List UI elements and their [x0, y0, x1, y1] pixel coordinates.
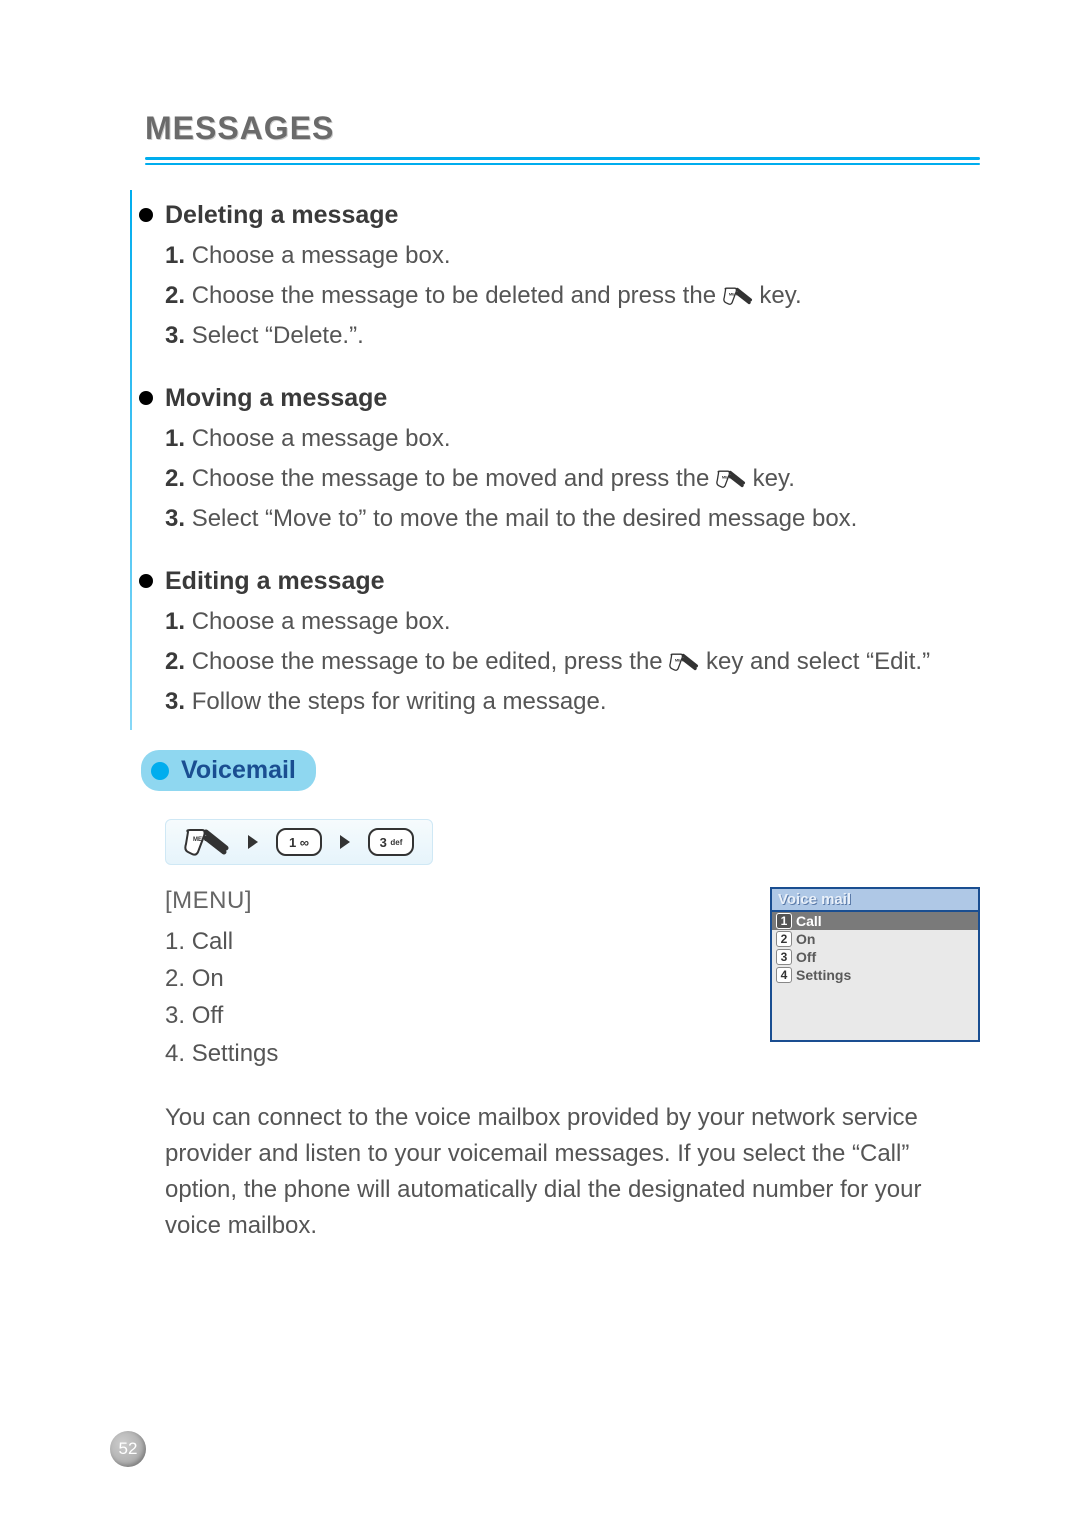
menu-item-label: Settings: [192, 1040, 279, 1067]
menu-list: 1. Call2. On3. Off4. Settings: [165, 923, 710, 1072]
menu-item-number: 3.: [165, 1002, 185, 1029]
phone-item-label: Call: [796, 913, 822, 929]
menu-item-number: 1.: [165, 928, 185, 955]
step-text: Select “Delete.”.: [192, 322, 364, 349]
section: Moving a message 1. Choose a message box.…: [165, 384, 980, 537]
phone-item-label: Off: [796, 949, 816, 965]
step-text: Choose a message box.: [192, 608, 451, 635]
arrow-right-icon: [340, 835, 350, 849]
section-heading: Editing a message: [165, 567, 980, 596]
key-1: 1 ∞: [276, 828, 322, 856]
step-item: 3. Follow the steps for writing a messag…: [165, 684, 980, 720]
section-heading: Moving a message: [165, 384, 980, 413]
step-number: 1.: [165, 608, 185, 635]
key-3def: 3 def: [368, 828, 414, 856]
step-item: 3. Select “Move to” to move the mail to …: [165, 501, 980, 537]
step-text-post: key.: [746, 465, 795, 492]
section: Editing a message 1. Choose a message box…: [165, 567, 980, 720]
step-item: 3. Select “Delete.”.: [165, 318, 980, 354]
step-number: 1.: [165, 425, 185, 452]
menu-item-number: 4.: [165, 1040, 185, 1067]
step-text: Choose a message box.: [192, 242, 451, 269]
step-text-post: key.: [753, 282, 802, 309]
step-text: Choose the message to be moved and press…: [192, 465, 716, 492]
menu-item-label: Call: [192, 928, 233, 955]
menu-list-item: 3. Off: [165, 997, 710, 1034]
phone-menu-item: 2On: [772, 930, 978, 948]
step-list: 1. Choose a message box. 2. Choose the me…: [165, 604, 980, 720]
section-heading: Deleting a message: [165, 201, 980, 230]
step-number: 2.: [165, 465, 185, 492]
step-number: 3.: [165, 505, 185, 532]
phone-screen: Voice mail 1Call2On3Off4Settings: [770, 887, 980, 1042]
section: Deleting a message 1. Choose a message bo…: [165, 201, 980, 354]
menu-list-item: 1. Call: [165, 923, 710, 960]
phone-screen-title: Voice mail: [772, 889, 978, 912]
step-text: Choose a message box.: [192, 425, 451, 452]
step-number: 3.: [165, 322, 185, 349]
page-number-badge: 52: [110, 1431, 146, 1467]
step-item: 1. Choose a message box.: [165, 604, 980, 640]
step-text: Follow the steps for writing a message.: [192, 688, 607, 715]
menu-header: [MENU]: [165, 887, 710, 915]
step-list: 1. Choose a message box. 2. Choose the me…: [165, 238, 980, 354]
menu-key-icon: MENU: [184, 828, 230, 856]
key-sequence-bar: MENU 1 ∞ 3 def: [165, 819, 433, 865]
menu-item-number: 2.: [165, 965, 185, 992]
step-item: 2. Choose the message to be moved and pr…: [165, 461, 980, 497]
voicemail-description: You can connect to the voice mailbox pro…: [165, 1100, 980, 1244]
manual-page: MESSAGES Deleting a message 1. Choose a m…: [0, 0, 1080, 1527]
step-item: 1. Choose a message box.: [165, 238, 980, 274]
arrow-right-icon: [248, 835, 258, 849]
menu-list-column: [MENU] 1. Call2. On3. Off4. Settings: [165, 887, 710, 1072]
step-text-post: key and select “Edit.”: [699, 648, 930, 675]
step-number: 1.: [165, 242, 185, 269]
menu-list-item: 4. Settings: [165, 1035, 710, 1072]
phone-menu-item: 4Settings: [772, 966, 978, 984]
step-number: 2.: [165, 282, 185, 309]
step-list: 1. Choose a message box. 2. Choose the me…: [165, 421, 980, 537]
menu-key-icon: MENU: [669, 647, 699, 667]
step-text: Select “Move to” to move the mail to the…: [192, 505, 858, 532]
step-item: 2. Choose the message to be edited, pres…: [165, 644, 980, 680]
step-text: Choose the message to be deleted and pre…: [192, 282, 723, 309]
phone-item-label: On: [796, 931, 815, 947]
menu-item-label: On: [192, 965, 224, 992]
phone-item-number: 1: [776, 913, 792, 929]
bullet-marker-icon: [139, 391, 153, 405]
step-number: 3.: [165, 688, 185, 715]
menu-item-label: Off: [192, 1002, 224, 1029]
menu-key-icon: MENU: [723, 281, 753, 301]
section-outline-line: [130, 190, 132, 730]
phone-item-number: 2: [776, 931, 792, 947]
content: Deleting a message 1. Choose a message bo…: [165, 201, 980, 1244]
phone-item-number: 4: [776, 967, 792, 983]
step-text: Choose the message to be edited, press t…: [192, 648, 670, 675]
menu-key-icon: MENU: [716, 464, 746, 484]
step-item: 1. Choose a message box.: [165, 421, 980, 457]
phone-menu-item: 3Off: [772, 948, 978, 966]
phone-item-label: Settings: [796, 967, 851, 983]
bullet-marker-icon: [139, 574, 153, 588]
title-rule: [145, 157, 980, 165]
voicemail-heading-pill: Voicemail: [141, 750, 316, 791]
step-item: 2. Choose the message to be deleted and …: [165, 278, 980, 314]
phone-item-number: 3: [776, 949, 792, 965]
bullet-marker-icon: [139, 208, 153, 222]
phone-menu-item: 1Call: [772, 912, 978, 930]
step-number: 2.: [165, 648, 185, 675]
page-title: MESSAGES: [145, 110, 980, 147]
menu-list-item: 2. On: [165, 960, 710, 997]
